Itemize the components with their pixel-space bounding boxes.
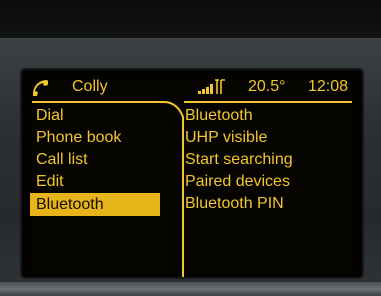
menu-item-label: Bluetooth [36, 196, 104, 213]
submenu-item-label: Bluetooth [185, 107, 253, 124]
outside-temperature: 20.5° [248, 78, 286, 95]
phone-handset-icon [33, 80, 48, 96]
menu-item-dial[interactable]: Dial [30, 105, 160, 127]
active-phone-name: Colly [72, 78, 108, 95]
submenu-item-start-searching[interactable]: Start searching [185, 149, 293, 171]
menu-item-bluetooth[interactable]: Bluetooth [30, 193, 160, 216]
submenu-item-paired-devices[interactable]: Paired devices [185, 171, 290, 193]
menu-item-label: Call list [36, 151, 88, 168]
menu-item-call-list[interactable]: Call list [30, 149, 160, 171]
dashboard-top-shadow [0, 0, 381, 38]
clock: 12:08 [308, 78, 349, 95]
submenu-item-bluetooth-pin[interactable]: Bluetooth PIN [185, 193, 284, 215]
menu-item-label: Dial [36, 107, 64, 124]
infotainment-display: Colly 20.5° 12:08 Dial Phone book Call l… [22, 70, 362, 277]
divider-line [184, 101, 352, 103]
submenu-item-label: UHP visible [185, 129, 268, 146]
submenu-item-uhp-visible[interactable]: UHP visible [185, 127, 267, 149]
submenu-item-label: Bluetooth PIN [185, 195, 284, 212]
menu-item-label: Phone book [36, 129, 122, 146]
menu-item-label: Edit [36, 173, 64, 190]
signal-strength-icon [198, 79, 225, 94]
submenu-item-label: Paired devices [185, 173, 290, 190]
submenu-item-label: Start searching [185, 151, 293, 168]
dashboard-trim [0, 282, 381, 296]
menu-item-edit[interactable]: Edit [30, 171, 160, 193]
menu-item-phone-book[interactable]: Phone book [30, 127, 160, 149]
status-bar: Colly 20.5° 12:08 [22, 70, 362, 100]
divider-line [32, 101, 156, 103]
submenu-item-bluetooth[interactable]: Bluetooth [185, 105, 253, 127]
